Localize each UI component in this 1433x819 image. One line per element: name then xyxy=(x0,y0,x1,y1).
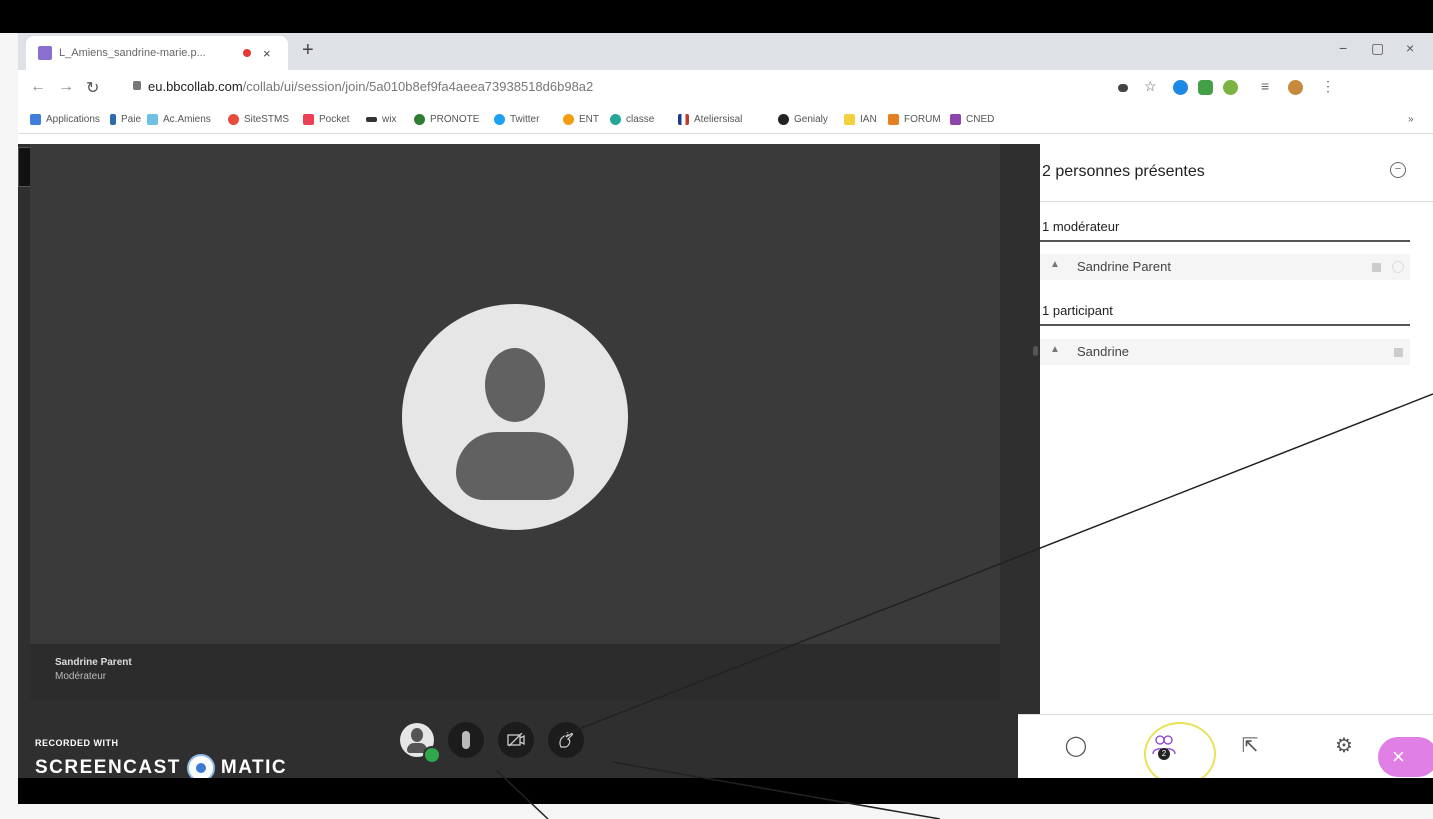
bookmark-pronote[interactable]: PRONOTE xyxy=(414,114,479,125)
cursor-highlight xyxy=(1144,722,1216,778)
check-icon xyxy=(423,746,441,764)
tab-close-icon[interactable]: × xyxy=(263,46,271,61)
attendee-name: Sandrine xyxy=(1077,344,1130,359)
attendee-row-moderator[interactable]: ▲ Sandrine Parent xyxy=(1040,254,1410,280)
bookmark-cned[interactable]: CNED xyxy=(950,114,994,125)
presenter-name: Sandrine Parent xyxy=(55,657,132,668)
bookmarks-bar: Applications Paie Ac.Amiens SiteSTMS Poc… xyxy=(18,106,1433,134)
moderators-header: 1 modérateur xyxy=(1042,219,1120,234)
bookmark-wix[interactable]: wix xyxy=(366,114,396,125)
maximize-button[interactable]: ▢ xyxy=(1371,40,1384,57)
extension-blue-icon[interactable] xyxy=(1173,80,1188,95)
camera-icon[interactable] xyxy=(1118,84,1128,92)
attendee-status-icon xyxy=(1372,263,1381,272)
microphone-button[interactable] xyxy=(448,722,484,758)
my-status-button[interactable] xyxy=(400,723,441,764)
extension-green-icon[interactable] xyxy=(1198,80,1213,95)
browser-tab[interactable]: L_Amiens_sandrine-marie.p... × xyxy=(26,36,288,70)
tab-title: L_Amiens_sandrine-marie.p... xyxy=(59,47,206,59)
bookmark-ent[interactable]: ENT xyxy=(563,114,599,125)
leave-session-button[interactable]: × xyxy=(1378,737,1433,777)
reload-icon[interactable]: ↻ xyxy=(86,78,99,98)
screencast-watermark: RECORDED WITH SCREENCAST MATIC xyxy=(35,738,287,778)
screencast-logo xyxy=(186,754,215,778)
bookmark-applications[interactable]: Applications xyxy=(30,114,100,125)
lock-icon xyxy=(133,81,141,90)
person-icon: ▲ xyxy=(1050,259,1060,270)
presenter-role: Modérateur xyxy=(55,671,107,682)
settings-tab[interactable]: ⚙ xyxy=(1326,727,1362,763)
chat-tab[interactable]: ◯ xyxy=(1058,727,1094,763)
media-controls xyxy=(400,722,598,764)
bookmark-twitter[interactable]: Twitter xyxy=(494,114,539,125)
bookmarks-more[interactable]: » xyxy=(1408,114,1414,125)
bookmark-classe[interactable]: classe xyxy=(610,114,654,125)
close-icon: × xyxy=(1392,744,1405,769)
video-stage xyxy=(30,144,1000,644)
bookmark-ateliersisal[interactable]: Ateliersisal xyxy=(678,114,742,125)
share-icon: ⇱ xyxy=(1241,734,1259,757)
attendee-row-participant[interactable]: ▲ Sandrine xyxy=(1033,339,1410,365)
attendee-status-icon xyxy=(1394,348,1403,357)
letterbox-top xyxy=(0,0,1433,33)
bookmark-sitestms[interactable]: SiteSTMS xyxy=(228,114,289,125)
chat-icon: ◯ xyxy=(1064,734,1088,757)
camera-off-icon xyxy=(507,733,525,747)
collapse-panel-button[interactable]: − xyxy=(1390,162,1406,178)
collab-app: Sandrine Parent Modérateur RECORDED WITH… xyxy=(18,144,1433,778)
attendee-name: Sandrine Parent xyxy=(1077,259,1171,274)
raise-hand-icon xyxy=(559,731,574,748)
person-icon: ▲ xyxy=(1050,344,1060,355)
address-bar[interactable]: eu.bbcollab.com/collab/ui/session/join/5… xyxy=(148,79,593,94)
bookmark-acamiens[interactable]: Ac.Amiens xyxy=(147,114,211,125)
bookmark-ian[interactable]: IAN xyxy=(844,114,877,125)
attendees-panel: 2 personnes présentes − 1 modérateur ▲ S… xyxy=(1033,144,1433,714)
presenter-caption: Sandrine Parent Modérateur xyxy=(30,644,1000,700)
back-icon[interactable]: ← xyxy=(30,78,46,96)
raise-hand-button[interactable] xyxy=(548,722,584,758)
kebab-menu-icon[interactable]: ⋮ xyxy=(1321,78,1335,95)
speaking-microphone-icon xyxy=(1033,346,1038,356)
attendees-count-title: 2 personnes présentes xyxy=(1042,163,1205,180)
close-window-button[interactable]: × xyxy=(1406,40,1414,56)
browser-window: L_Amiens_sandrine-marie.p... × + − ▢ × ←… xyxy=(18,33,1433,778)
bookmark-genialy[interactable]: Genialy xyxy=(778,114,828,125)
participants-header: 1 participant xyxy=(1042,303,1113,318)
new-tab-button[interactable]: + xyxy=(302,39,314,62)
camera-button[interactable] xyxy=(498,722,534,758)
favicon-icon xyxy=(38,46,52,60)
profile-avatar[interactable] xyxy=(1288,80,1303,95)
recording-icon xyxy=(243,49,251,57)
attendee-options-icon[interactable] xyxy=(1392,261,1404,273)
share-content-tab[interactable]: ⇱ xyxy=(1232,727,1268,763)
tab-strip: L_Amiens_sandrine-marie.p... × + − ▢ × xyxy=(18,33,1433,70)
minimize-button[interactable]: − xyxy=(1339,40,1347,56)
nav-bar: ← → ↻ eu.bbcollab.com/collab/ui/session/… xyxy=(18,70,1433,106)
playlist-icon[interactable]: ≡ xyxy=(1261,78,1269,94)
microphone-icon xyxy=(462,731,470,749)
collab-panel-tabbar: ◯ 2 ⇱ ⚙ xyxy=(1018,714,1433,778)
forward-icon[interactable]: → xyxy=(58,78,74,96)
letterbox-bottom xyxy=(18,778,1433,804)
presenter-avatar xyxy=(402,304,628,530)
bookmark-forum[interactable]: FORUM xyxy=(888,114,941,125)
url-host: eu.bbcollab.com xyxy=(148,79,243,94)
bookmark-paie[interactable]: Paie xyxy=(110,114,141,125)
gear-icon: ⚙ xyxy=(1335,734,1353,757)
bookmark-pocket[interactable]: Pocket xyxy=(303,114,350,125)
extension-lime-icon[interactable] xyxy=(1223,80,1238,95)
star-icon[interactable]: ☆ xyxy=(1144,78,1157,95)
url-path: /collab/ui/session/join/5a010b8ef9fa4aee… xyxy=(242,79,594,94)
